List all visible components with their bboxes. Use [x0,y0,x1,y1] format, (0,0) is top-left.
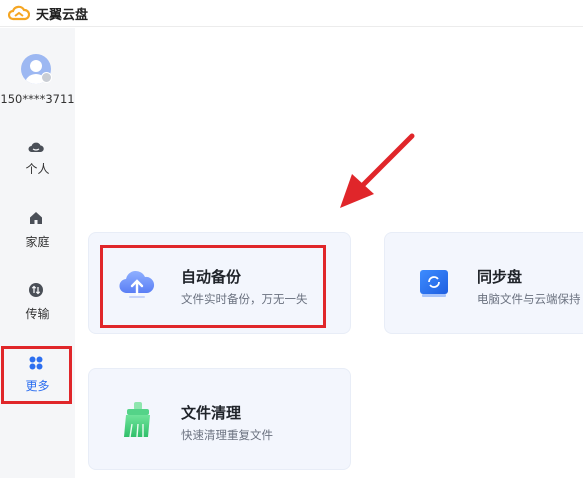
annotation-arrow-icon [340,133,415,208]
card-file-cleanup[interactable]: 文件清理 快速清理重复文件 [88,368,351,470]
sidebar-item-personal[interactable]: 个人 [0,135,75,185]
avatar-badge-icon [41,72,52,83]
highlight-box-more [1,346,72,404]
sidebar-item-family[interactable]: 家庭 [0,207,75,257]
card-desc: 电脑文件与云端保持 [477,292,581,306]
card-sync-folder[interactable]: 同步盘 电脑文件与云端保持 [384,232,583,334]
sidebar-item-transfer[interactable]: 传输 [0,279,75,329]
sidebar-item-label: 家庭 [25,235,50,249]
transfer-icon [29,283,43,297]
card-title: 文件清理 [181,404,242,422]
card-title: 同步盘 [477,268,523,286]
highlight-box-auto-backup [100,245,326,328]
card-desc: 快速清理重复文件 [181,428,273,442]
cloud-icon [28,142,44,152]
sidebar-item-label: 个人 [25,162,50,176]
sidebar-item-label: 传输 [25,307,50,321]
user-id: 150****3711 [0,92,75,106]
cleanup-icon [124,402,150,438]
app-title: 天翼云盘 [36,8,89,23]
cloud-logo-icon [8,5,30,21]
sync-folder-icon [420,270,448,297]
home-icon [30,212,42,224]
title-bar: 天翼云盘 [0,0,583,27]
